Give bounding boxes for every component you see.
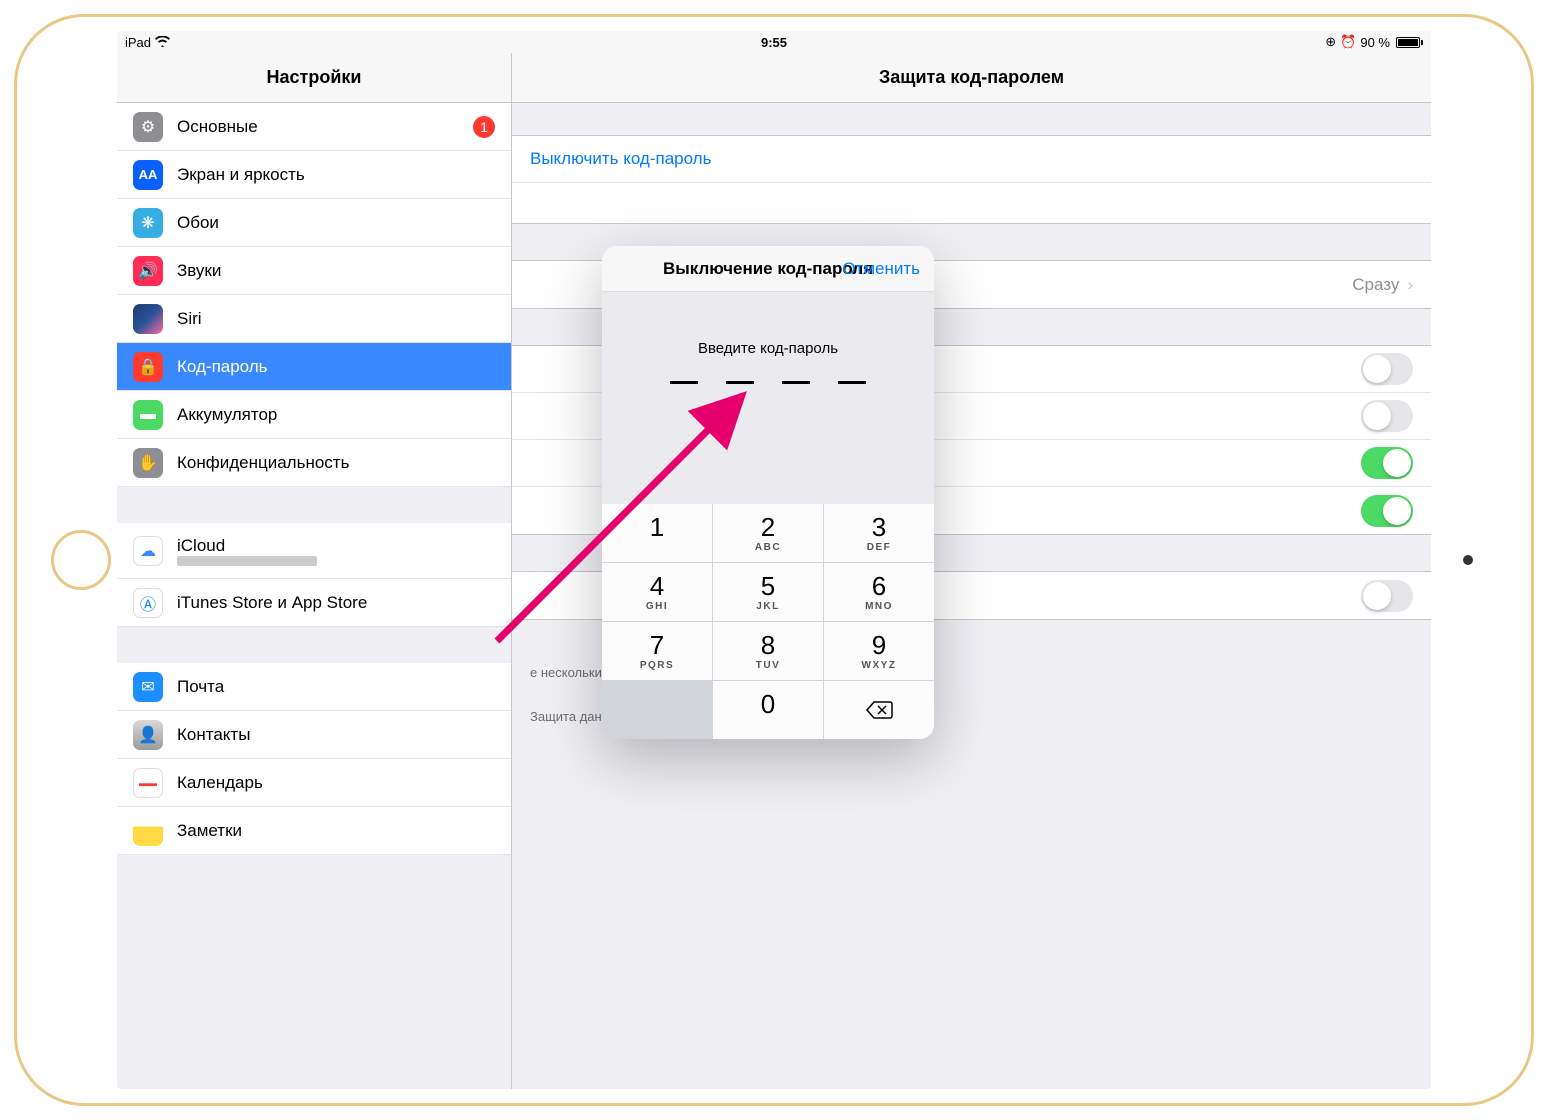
brightness-icon: AA <box>133 160 163 190</box>
status-bar: iPad 9:55 ⊕ ⏰ 90 % <box>117 31 1431 53</box>
passcode-dash <box>726 381 754 384</box>
sidebar-item-label: Экран и яркость <box>177 165 305 185</box>
keypad-spacer <box>602 681 712 739</box>
ipad-frame: iPad 9:55 ⊕ ⏰ 90 % Настройки ⚙ Основные 1 … <box>14 14 1534 1106</box>
status-time: 9:55 <box>761 35 787 50</box>
sidebar-item-passcode[interactable]: 🔒 Код-пароль <box>117 343 511 391</box>
keypad-key-6[interactable]: 6MNO <box>824 563 934 621</box>
keypad-key-5[interactable]: 5JKL <box>713 563 823 621</box>
home-button[interactable] <box>51 530 111 590</box>
cloud-icon: ☁ <box>133 536 163 566</box>
toggle-switch[interactable] <box>1361 447 1413 479</box>
notes-icon <box>133 816 163 846</box>
sidebar-item-privacy[interactable]: ✋ Конфиденциальность <box>117 439 511 487</box>
keypad-key-9[interactable]: 9WXYZ <box>824 622 934 680</box>
screen: iPad 9:55 ⊕ ⏰ 90 % Настройки ⚙ Основные 1 … <box>117 31 1431 1089</box>
orientation-lock-icon: ⊕ <box>1325 34 1336 50</box>
sidebar-item-appstore[interactable]: ⒶiTunes Store и App Store <box>117 579 511 627</box>
toggle-switch[interactable] <box>1361 495 1413 527</box>
calendar-icon: ▬▬ <box>133 768 163 798</box>
camera-dot <box>1463 555 1473 565</box>
cancel-button[interactable]: Отменить <box>842 259 920 279</box>
passcode-modal: Выключение код-пароля Отменить Введите к… <box>602 246 934 739</box>
sidebar-item-label: Основные <box>177 117 258 137</box>
sidebar-item-icloud[interactable]: ☁ iCloud <box>117 523 511 579</box>
sidebar-item-label: Аккумулятор <box>177 405 277 425</box>
notification-badge: 1 <box>473 116 495 138</box>
sidebar-item-display[interactable]: AA Экран и яркость <box>117 151 511 199</box>
gear-icon: ⚙ <box>133 112 163 142</box>
sidebar-item-calendar[interactable]: ▬▬ Календарь <box>117 759 511 807</box>
wifi-icon <box>155 35 170 50</box>
detail-title: Защита код-паролем <box>512 53 1431 103</box>
lock-icon: 🔒 <box>133 352 163 382</box>
sidebar-item-label: iCloud <box>177 536 317 556</box>
sidebar-item-label: Контакты <box>177 725 250 745</box>
disable-passcode-link[interactable]: Выключить код-пароль <box>512 136 1431 183</box>
icloud-account <box>177 556 317 566</box>
sidebar-item-label: Код-пароль <box>177 357 268 377</box>
sidebar-item-label: Звуки <box>177 261 221 281</box>
require-value: Сразу <box>1352 275 1399 295</box>
keypad-key-8[interactable]: 8TUV <box>713 622 823 680</box>
sidebar-title: Настройки <box>117 53 511 103</box>
toggle-switch[interactable] <box>1361 400 1413 432</box>
appstore-icon: Ⓐ <box>133 588 163 618</box>
mail-icon: ✉ <box>133 672 163 702</box>
device-label: iPad <box>125 35 151 50</box>
hand-icon: ✋ <box>133 448 163 478</box>
passcode-dash <box>670 381 698 384</box>
keypad-key-0[interactable]: 0 <box>713 681 823 739</box>
sidebar-item-wallpaper[interactable]: ❋ Обои <box>117 199 511 247</box>
passcode-dash <box>838 381 866 384</box>
sidebar-item-label: Почта <box>177 677 224 697</box>
wallpaper-icon: ❋ <box>133 208 163 238</box>
modal-prompt: Введите код-пароль <box>602 292 934 381</box>
keypad-key-4[interactable]: 4GHI <box>602 563 712 621</box>
sidebar-item-sounds[interactable]: 🔊 Звуки <box>117 247 511 295</box>
sidebar-item-mail[interactable]: ✉ Почта <box>117 663 511 711</box>
toggle-switch[interactable] <box>1361 353 1413 385</box>
sidebar-item-label: iTunes Store и App Store <box>177 593 367 613</box>
keypad-key-3[interactable]: 3DEF <box>824 504 934 562</box>
contacts-icon: 👤 <box>133 720 163 750</box>
battery-icon <box>1394 37 1423 48</box>
numeric-keypad: 1 2ABC3DEF 4GHI5JKL6MNO 7PQRS8TUV9WXYZ0 <box>602 504 934 739</box>
battery-percent: 90 % <box>1360 35 1390 50</box>
sidebar-item-notes[interactable]: Заметки <box>117 807 511 855</box>
sidebar-item-label: Календарь <box>177 773 263 793</box>
sidebar-item-label: Обои <box>177 213 219 233</box>
toggle-switch[interactable] <box>1361 580 1413 612</box>
alarm-icon: ⏰ <box>1340 34 1356 50</box>
siri-icon <box>133 304 163 334</box>
keypad-key-2[interactable]: 2ABC <box>713 504 823 562</box>
sidebar-item-siri[interactable]: Siri <box>117 295 511 343</box>
passcode-dash <box>782 381 810 384</box>
passcode-field <box>602 381 934 504</box>
modal-header: Выключение код-пароля Отменить <box>602 246 934 292</box>
keypad-key-7[interactable]: 7PQRS <box>602 622 712 680</box>
battery-settings-icon: ▬ <box>133 400 163 430</box>
chevron-right-icon: › <box>1407 275 1413 295</box>
speaker-icon: 🔊 <box>133 256 163 286</box>
settings-sidebar: Настройки ⚙ Основные 1 AA Экран и яркость ❋… <box>117 53 512 1089</box>
keypad-delete[interactable] <box>824 681 934 739</box>
sidebar-item-label: Siri <box>177 309 202 329</box>
keypad-key-1[interactable]: 1 <box>602 504 712 562</box>
sidebar-item-label: Заметки <box>177 821 242 841</box>
sidebar-item-battery[interactable]: ▬ Аккумулятор <box>117 391 511 439</box>
sidebar-item-general[interactable]: ⚙ Основные 1 <box>117 103 511 151</box>
sidebar-item-contacts[interactable]: 👤 Контакты <box>117 711 511 759</box>
sidebar-item-label: Конфиденциальность <box>177 453 349 473</box>
